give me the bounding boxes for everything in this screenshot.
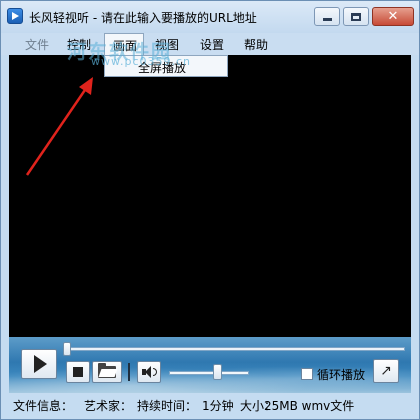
menu-item-fullscreen[interactable]: 全屏播放 [138,59,186,76]
file-info-label: 文件信息： [13,399,74,413]
window-title: 长风轻视听 - 请在此输入要播放的URL地址 [29,11,257,25]
menu-bar: 文件 控制 画面 视图 设置 帮助 [1,33,419,55]
menu-help[interactable]: 帮助 [244,36,268,53]
seek-thumb[interactable] [63,342,71,356]
status-bar: 文件信息： 艺术家： 持续时间： 1分钟 大小： 25MB wmv文件 [9,393,411,417]
player-window: 长风轻视听 - 请在此输入要播放的URL地址 ✕ 文件 控制 画面 视图 设置 … [0,0,420,420]
open-file-button[interactable] [92,361,122,383]
volume-slider[interactable] [169,371,249,375]
minimize-button[interactable] [314,7,340,26]
duration-value: 1分钟 [202,399,234,413]
media-player-icon [7,8,23,24]
speaker-icon [142,366,157,378]
minimize-icon [322,18,332,21]
loop-label: 循环播放 [317,368,366,382]
control-panel: 循环播放 ↗ [9,337,411,393]
volume-thumb[interactable] [213,364,222,380]
maximize-button[interactable] [343,7,369,26]
menu-file[interactable]: 文件 [25,36,49,53]
artist-label: 艺术家： [84,399,133,413]
picture-dropdown-menu: 全屏播放 [104,55,228,77]
play-button[interactable] [21,349,57,379]
mute-button[interactable] [137,361,161,383]
title-bar[interactable]: 长风轻视听 - 请在此输入要播放的URL地址 ✕ [1,1,419,33]
menu-view[interactable]: 视图 [155,36,179,53]
play-icon [34,355,47,373]
fullscreen-button[interactable]: ↗ [373,359,399,383]
menu-control[interactable]: 控制 [67,36,91,53]
control-divider [128,363,130,381]
size-value: 25MB wmv文件 [264,399,355,413]
seek-bar[interactable] [67,347,405,351]
loop-checkbox[interactable] [301,368,313,380]
close-button[interactable]: ✕ [372,7,414,26]
duration-label: 持续时间： [137,399,198,413]
stop-icon [73,367,83,377]
folder-open-icon [98,363,116,378]
annotation-arrow [25,77,93,176]
stop-button[interactable] [66,361,90,383]
expand-icon: ↗ [380,363,392,379]
close-icon: ✕ [387,9,399,24]
menu-picture[interactable]: 画面 [104,33,144,55]
maximize-icon [351,12,361,21]
menu-settings[interactable]: 设置 [200,36,224,53]
